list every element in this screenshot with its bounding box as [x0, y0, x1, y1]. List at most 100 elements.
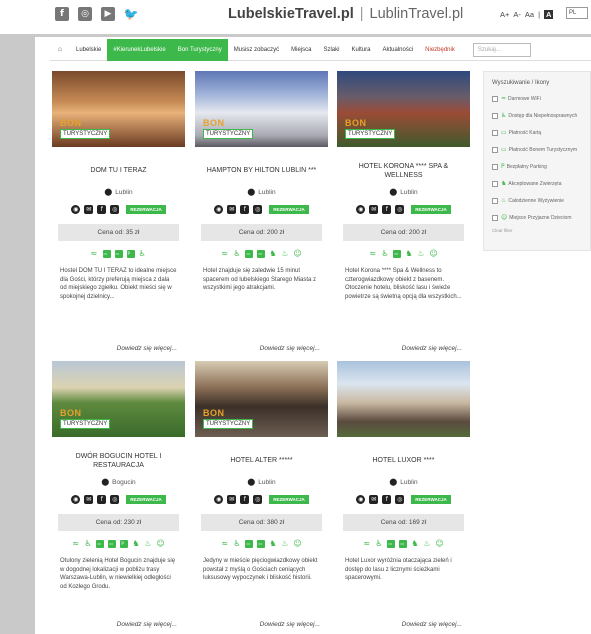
badge-line2: TURYSTYCZNY — [345, 129, 396, 139]
filter-checkbox[interactable] — [492, 163, 498, 170]
nav-item-kierunek-lubelskie[interactable]: #KierunekLubelskie — [107, 38, 172, 61]
brand-secondary[interactable]: LublinTravel.pl — [370, 6, 464, 22]
filter-checkbox[interactable] — [492, 146, 498, 153]
hotel-photo[interactable]: BON TURYSTYCZNY — [337, 71, 470, 147]
hotel-name[interactable]: HOTEL ALTER ***** — [201, 447, 322, 474]
learn-more-link[interactable]: Dowiedz się więcej... — [402, 621, 462, 628]
learn-more-link[interactable]: Dowiedz się więcej... — [117, 345, 177, 352]
filter-option[interactable]: ☺ Miejsce Przyjazne Dzieciom — [492, 209, 590, 226]
facebook-icon[interactable]: f — [97, 205, 107, 214]
nav-item-kultura[interactable]: Kultura — [345, 39, 376, 61]
search-input[interactable]: Szukaj... — [472, 42, 531, 57]
brand-title[interactable]: LubelskieTravel.pl | LublinTravel.pl — [228, 6, 463, 22]
learn-more-link[interactable]: Dowiedz się więcej... — [260, 345, 320, 352]
instagram-icon[interactable]: ◎ — [78, 7, 92, 21]
filter-label: Miejsce Przyjazne Dzieciom — [509, 214, 572, 221]
learn-more-link[interactable]: Dowiedz się więcej... — [260, 621, 320, 628]
facebook-icon[interactable]: f — [55, 7, 69, 21]
website-icon[interactable]: ◉ — [356, 495, 366, 504]
font-decrease-button[interactable]: A- — [513, 10, 521, 19]
instagram-icon[interactable]: ◎ — [395, 205, 405, 214]
nav-item-szlaki[interactable]: Szlaki — [317, 39, 345, 61]
instagram-icon[interactable]: ◎ — [110, 205, 120, 214]
nav-item-musisz-zobaczyc[interactable]: Musisz zobaczyć — [228, 39, 285, 61]
filter-checkbox[interactable] — [492, 197, 498, 204]
facebook-icon[interactable]: f — [97, 495, 107, 504]
learn-more-link[interactable]: Dowiedz się więcej... — [402, 345, 462, 352]
clear-filter-link[interactable]: Clear filter — [492, 228, 590, 233]
email-icon[interactable]: ✉ — [227, 205, 237, 214]
instagram-icon[interactable]: ◎ — [395, 495, 405, 504]
reservation-button[interactable]: REZERWACJA — [411, 205, 451, 214]
nav-item-miejsca[interactable]: Miejsca — [285, 39, 317, 61]
home-icon[interactable]: ⌂ — [50, 46, 70, 53]
filter-checkbox[interactable] — [492, 95, 498, 102]
language-select[interactable]: PL — [566, 7, 588, 19]
contact-icons: ◉ ✉ f ◎ REZERWACJA — [337, 495, 470, 504]
email-icon[interactable]: ✉ — [369, 205, 379, 214]
email-icon[interactable]: ✉ — [84, 495, 94, 504]
hotel-card[interactable]: BON TURYSTYCZNY HOTEL ALTER ***** ⬤ Lubli… — [195, 361, 328, 634]
hotel-name[interactable]: DOM TU I TERAZ — [58, 157, 179, 184]
hotel-photo[interactable]: BON TURYSTYCZNY — [52, 71, 185, 147]
hotel-card[interactable]: BON TURYSTYCZNY HOTEL LUXOR **** ⬤Lublin… — [337, 361, 470, 634]
wheelchair-icon: ♿ — [233, 249, 241, 258]
filter-option[interactable]: ▭ Płatność Kartą — [492, 124, 590, 141]
filter-option[interactable]: ♨ Całodzienne Wyżywienie — [492, 192, 590, 209]
filter-option[interactable]: P Bezpłatny Parking — [492, 158, 590, 175]
reservation-button[interactable]: REZERWACJA — [126, 205, 166, 214]
reservation-button[interactable]: REZERWACJA — [126, 495, 166, 504]
hotel-photo[interactable]: BON TURYSTYCZNY — [52, 361, 185, 437]
filter-option[interactable]: ≈ Darmowe WiFi — [492, 90, 590, 107]
hotel-name[interactable]: HOTEL KORONA **** SPA & WELLNESS — [343, 157, 464, 184]
nav-item-lubelskie[interactable]: Lubelskie — [70, 39, 107, 61]
filter-checkbox[interactable] — [492, 129, 498, 136]
facebook-icon[interactable]: f — [240, 495, 250, 504]
hotel-card[interactable]: BON TURYSTYCZNY DOM TU I TERAZ ⬤ Lublin ◉… — [52, 71, 185, 358]
website-icon[interactable]: ◉ — [356, 205, 366, 214]
nav-item-niezbednik[interactable]: Niezbędnik — [419, 39, 461, 61]
instagram-icon[interactable]: ◎ — [110, 495, 120, 504]
instagram-icon[interactable]: ◎ — [253, 495, 263, 504]
email-icon[interactable]: ✉ — [227, 495, 237, 504]
nav-item-bon-turystyczny[interactable]: Bon Turystyczny — [171, 38, 228, 61]
hotel-card[interactable]: BON TURYSTYCZNY DWÓR BOGUCIN HOTEL I RES… — [52, 361, 185, 634]
filter-option[interactable]: ♿ Dostęp dla Niepełnosprawnych — [492, 107, 590, 124]
reservation-button[interactable]: REZERWACJA — [411, 495, 451, 504]
website-icon[interactable]: ◉ — [214, 205, 224, 214]
hotel-name[interactable]: HOTEL LUXOR **** — [343, 447, 464, 474]
facebook-icon[interactable]: f — [382, 205, 392, 214]
website-icon[interactable]: ◉ — [71, 495, 81, 504]
filter-checkbox[interactable] — [492, 214, 498, 221]
twitter-icon[interactable]: 🐦 — [124, 7, 139, 21]
hotel-photo[interactable]: BON TURYSTYCZNY — [337, 361, 470, 437]
reservation-button[interactable]: REZERWACJA — [269, 205, 309, 214]
hotel-location: ⬤ Lublin — [52, 188, 185, 196]
filter-option[interactable]: ♞ Akceptowane Zwierzęta — [492, 175, 590, 192]
font-reset-button[interactable]: Aa — [525, 10, 534, 19]
hotel-card[interactable]: BON TURYSTYCZNY HOTEL KORONA **** SPA & … — [337, 71, 470, 358]
nav-item-aktualnosci[interactable]: Aktualności — [376, 39, 419, 61]
card-icon: ▭ — [245, 540, 254, 548]
reservation-button[interactable]: REZERWACJA — [269, 495, 309, 504]
hotel-name[interactable]: DWÓR BOGUCIN HOTEL I RESTAURACJA — [58, 447, 179, 474]
facebook-icon[interactable]: f — [382, 495, 392, 504]
hotel-photo[interactable]: BON TURYSTYCZNY — [195, 361, 328, 437]
font-increase-button[interactable]: A+ — [500, 10, 509, 19]
hotel-card[interactable]: BON TURYSTYCZNY HAMPTON BY HILTON LUBLIN… — [195, 71, 328, 358]
contrast-button[interactable]: A — [544, 10, 554, 19]
website-icon[interactable]: ◉ — [214, 495, 224, 504]
filter-option[interactable]: ▭ Płatność Bonem Turystycznym — [492, 141, 590, 158]
youtube-icon[interactable]: ▶ — [101, 7, 115, 21]
website-icon[interactable]: ◉ — [71, 205, 81, 214]
hotel-photo[interactable]: BON TURYSTYCZNY — [195, 71, 328, 147]
filter-checkbox[interactable] — [492, 180, 498, 187]
email-icon[interactable]: ✉ — [369, 495, 379, 504]
instagram-icon[interactable]: ◎ — [253, 205, 263, 214]
filter-checkbox[interactable] — [492, 112, 498, 119]
facebook-icon[interactable]: f — [240, 205, 250, 214]
brand-primary[interactable]: LubelskieTravel.pl — [228, 6, 354, 22]
email-icon[interactable]: ✉ — [84, 205, 94, 214]
hotel-name[interactable]: HAMPTON BY HILTON LUBLIN *** — [201, 157, 322, 184]
learn-more-link[interactable]: Dowiedz się więcej... — [117, 621, 177, 628]
